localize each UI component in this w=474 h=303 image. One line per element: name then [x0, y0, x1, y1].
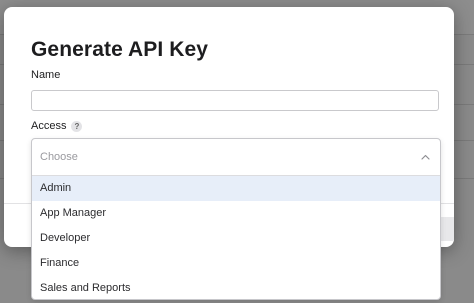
option-sales-and-reports[interactable]: Sales and Reports	[32, 275, 440, 299]
access-select[interactable]: Choose Admin App Manager Developer Finan…	[31, 138, 441, 300]
option-finance[interactable]: Finance	[32, 250, 440, 275]
dialog-title: Generate API Key	[31, 38, 209, 61]
access-select-placeholder: Choose	[40, 151, 78, 163]
access-select-trigger[interactable]: Choose	[32, 139, 440, 176]
question-icon[interactable]: ?	[71, 120, 83, 132]
option-developer[interactable]: Developer	[32, 226, 440, 251]
option-app-manager[interactable]: App Manager	[32, 201, 440, 226]
name-label: Name	[31, 69, 61, 81]
access-label: Access	[31, 120, 67, 132]
name-input[interactable]	[31, 90, 439, 111]
access-options-list: Admin App Manager Developer Finance Sale…	[32, 176, 440, 299]
access-label-row: Access ?	[31, 120, 83, 132]
chevron-up-icon[interactable]	[420, 152, 430, 162]
option-admin[interactable]: Admin	[32, 176, 440, 201]
